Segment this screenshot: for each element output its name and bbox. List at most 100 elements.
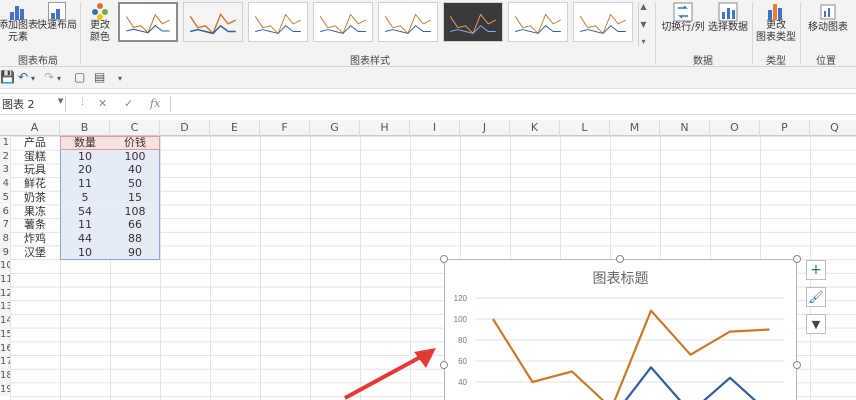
name-box-dropdown-icon[interactable]: ▼ (58, 97, 63, 105)
cell[interactable]: 11 (60, 218, 110, 232)
formula-options-icon[interactable]: ⋮ (78, 97, 87, 107)
change-chart-type-button[interactable]: 更改 图表类型 (756, 2, 796, 44)
series-line-quantity[interactable] (493, 366, 770, 400)
undo-icon[interactable]: ↶ (18, 70, 28, 84)
cell[interactable]: 11 (60, 177, 110, 191)
formula-input[interactable] (170, 96, 856, 112)
chart-style-thumb-3[interactable] (248, 2, 308, 42)
column-header-k[interactable]: K (510, 120, 560, 136)
chevron-down-icon[interactable]: ▼ (640, 20, 646, 29)
chart-style-thumb-7[interactable] (508, 2, 568, 42)
column-header-b[interactable]: B (60, 120, 110, 136)
column-header-a[interactable]: A (10, 120, 60, 136)
row-header-2[interactable]: 2 (0, 149, 10, 164)
resize-handle-left-middle[interactable] (440, 361, 448, 369)
column-header-g[interactable]: G (310, 120, 360, 136)
column-header-i[interactable]: I (410, 120, 460, 136)
redo-icon[interactable]: ↷ (44, 70, 54, 84)
column-header-c[interactable]: C (110, 120, 160, 136)
column-header-o[interactable]: O (710, 120, 760, 136)
resize-handle-top-middle[interactable] (616, 255, 624, 263)
cell[interactable]: 90 (110, 245, 160, 260)
resize-handle-right-middle[interactable] (793, 361, 801, 369)
column-header-p[interactable]: P (760, 120, 810, 136)
cell[interactable]: 薯条 (10, 218, 60, 232)
cell[interactable]: 44 (60, 231, 110, 246)
cell[interactable]: 数量 (60, 136, 110, 150)
row-header-15[interactable]: 15 (0, 327, 10, 342)
cell[interactable]: 炸鸡 (10, 232, 60, 246)
chart-style-thumb-1[interactable] (118, 2, 178, 42)
resize-handle-top-left[interactable] (440, 255, 448, 263)
column-header-q[interactable]: Q (810, 120, 856, 136)
row-header-7[interactable]: 7 (0, 218, 10, 232)
column-header-f[interactable]: F (260, 120, 310, 136)
chart-styles-button[interactable]: 🖌 (806, 287, 826, 307)
redo-dropdown-icon[interactable]: ▾ (57, 74, 61, 83)
column-header-h[interactable]: H (360, 120, 410, 136)
series-line-price[interactable] (492, 309, 770, 400)
line-chart[interactable]: 图表标题 120 100 80 60 40 (444, 259, 797, 400)
row-header-14[interactable]: 14 (0, 314, 10, 328)
enter-icon[interactable]: ✓ (124, 97, 133, 110)
column-header-j[interactable]: J (460, 120, 510, 136)
cell[interactable]: 66 (110, 218, 160, 232)
quick-layout-button[interactable]: 快速布局 (37, 2, 77, 32)
cell[interactable]: 奶茶 (10, 191, 60, 205)
chart-elements-button[interactable]: + (806, 260, 826, 280)
column-header-m[interactable]: M (610, 120, 660, 136)
cell[interactable]: 蛋糕 (10, 150, 60, 164)
switch-row-column-button[interactable]: 切换行/列 (660, 2, 706, 34)
row-header-10[interactable]: 10 (0, 259, 10, 273)
cell[interactable]: 108 (110, 204, 160, 219)
new-file-icon[interactable]: ▢ (74, 70, 85, 84)
chart-style-thumb-2[interactable] (183, 2, 243, 42)
cell[interactable]: 10 (60, 149, 110, 164)
row-header-5[interactable]: 5 (0, 190, 10, 205)
select-data-button[interactable]: 选择数据 (708, 2, 748, 34)
row-header-8[interactable]: 8 (0, 231, 10, 246)
row-header-9[interactable]: 9 (0, 245, 10, 260)
resize-handle-top-right[interactable] (793, 255, 801, 263)
cell[interactable]: 鲜花 (10, 177, 60, 191)
more-icon[interactable]: ▾ (641, 37, 645, 46)
row-header-4[interactable]: 4 (0, 177, 10, 191)
cell[interactable]: 54 (60, 204, 110, 219)
cell[interactable]: 100 (110, 149, 160, 164)
chevron-up-icon[interactable]: ▲ (640, 2, 646, 11)
cell[interactable]: 玩具 (10, 163, 60, 177)
cell[interactable]: 10 (60, 245, 110, 260)
chart-style-thumb-4[interactable] (313, 2, 373, 42)
cell[interactable]: 40 (110, 163, 160, 178)
customize-qat-icon[interactable]: ▾ (118, 74, 122, 83)
chart-filters-button[interactable]: ▼ (806, 314, 826, 334)
print-preview-icon[interactable]: ▤ (94, 70, 105, 84)
move-chart-button[interactable]: 移动图表 (804, 2, 852, 34)
column-header-l[interactable]: L (560, 120, 610, 136)
chart-style-thumb-6[interactable] (443, 2, 503, 42)
cell[interactable]: 15 (110, 190, 160, 205)
cell[interactable]: 50 (110, 177, 160, 191)
row-header-12[interactable]: 12 (0, 286, 10, 301)
cell[interactable]: 价钱 (110, 136, 160, 150)
row-header-18[interactable]: 18 (0, 368, 10, 383)
row-header-3[interactable]: 3 (0, 163, 10, 178)
name-box[interactable]: 图表 2 (0, 96, 66, 112)
insert-function-icon[interactable]: fx (150, 97, 160, 110)
add-chart-element-button[interactable]: 添加图表 元素 (0, 2, 38, 44)
column-header-d[interactable]: D (160, 120, 210, 136)
cell[interactable]: 产品 (10, 136, 60, 150)
row-header-6[interactable]: 6 (0, 204, 10, 219)
row-header-1[interactable]: 1 (0, 136, 10, 150)
row-header-19[interactable]: 19 (0, 382, 10, 397)
cell[interactable]: 汉堡 (10, 246, 60, 260)
change-colors-button[interactable]: 更改 颜色 (84, 2, 116, 44)
cell[interactable]: 20 (60, 163, 110, 178)
cell[interactable]: 5 (60, 190, 110, 205)
undo-dropdown-icon[interactable]: ▾ (31, 74, 35, 83)
row-header-11[interactable]: 11 (0, 273, 10, 287)
gallery-scroll[interactable]: ▲ ▼ ▾ (638, 2, 648, 46)
row-header-13[interactable]: 13 (0, 300, 10, 315)
row-header-17[interactable]: 17 (0, 355, 10, 369)
column-header-e[interactable]: E (210, 120, 260, 136)
